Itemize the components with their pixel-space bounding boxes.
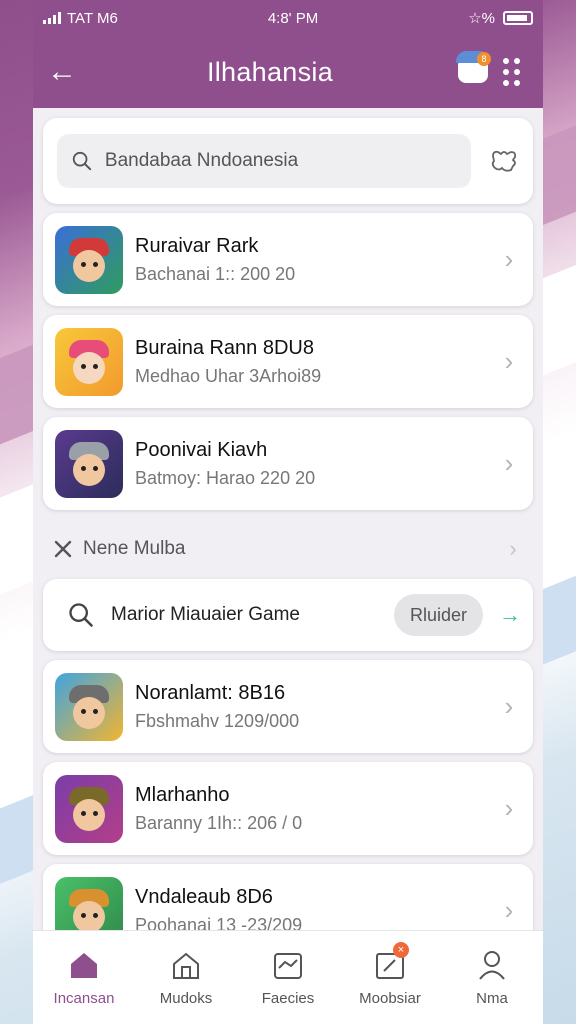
game-list-item[interactable]: Buraina Rann 8DU8 Medhao Uhar 3Arhoi89 › — [43, 315, 533, 408]
more-options-icon[interactable] — [493, 58, 529, 86]
section-label: Nene Mulba — [83, 538, 186, 559]
clock: 4:8' PM — [267, 9, 319, 27]
notification-badge: 8 — [477, 52, 491, 66]
game-list-item[interactable]: Ruraivar Rark Bachanai 1:: 200 20 › — [43, 213, 533, 306]
game-title: Ruraivar Rark — [135, 234, 259, 257]
game-info: Vndaleaub 8D6 Poohanai 13 -23/209 — [135, 886, 487, 936]
game-info: Noranlamt: 8B16 Fbshmahv 1209/000 — [135, 682, 487, 732]
nav-label: Faecies — [261, 990, 315, 1007]
search-input[interactable] — [104, 150, 457, 172]
nav-item-faecies[interactable]: Faecies — [238, 948, 338, 1007]
page-title: Ilhahansia — [206, 56, 334, 87]
game-finder-card: Marior Miauaier Game Rluider → — [43, 579, 533, 651]
chevron-right-icon: › — [504, 895, 514, 925]
search-icon — [72, 151, 92, 171]
game-list-item[interactable]: Poonivai Kiavh Batmoy: Harao 220 20 › — [43, 417, 533, 510]
nav-badge: × — [393, 942, 409, 958]
game-thumbnail — [55, 327, 123, 396]
chevron-right-icon: › — [504, 691, 514, 721]
status-right: ☆% — [468, 9, 533, 27]
chevron-right-icon: › — [504, 244, 514, 274]
battery-icon — [503, 11, 533, 25]
main-content: Ruraivar Rark Bachanai 1:: 200 20 › Bura… — [33, 108, 543, 957]
nav-item-profile[interactable]: Nma — [442, 948, 542, 1007]
game-thumbnail — [55, 672, 123, 741]
app-screen: TAT M6 4:8' PM ☆% ← Ilhahansia 8 Bandaba… — [33, 0, 543, 1024]
chevron-right-icon: › — [504, 346, 514, 376]
tools-icon — [54, 540, 72, 558]
game-title: Vndaleaub 8D6 — [135, 885, 273, 908]
nav-label: Nma — [476, 990, 508, 1007]
home-icon — [71, 953, 97, 978]
status-left: TAT M6 — [43, 10, 118, 27]
arrow-right-icon[interactable]: → — [499, 602, 521, 628]
nav-item-mudoks[interactable]: Mudoks — [136, 948, 236, 1007]
chevron-right-icon: › — [504, 793, 514, 823]
carrier-label: TAT M6 — [67, 9, 118, 27]
game-info: Ruraivar Rark Bachanai 1:: 200 20 — [135, 235, 487, 285]
back-arrow-icon[interactable]: ← — [47, 57, 87, 87]
game-subtitle: Baranny 1Ih:: 206 / 0 — [135, 812, 303, 833]
game-thumbnail — [55, 774, 123, 843]
nav-item-moobsiar[interactable]: × Moobsiar — [340, 942, 440, 1007]
game-subtitle: Medhao Uhar 3Arhoi89 — [135, 365, 322, 386]
search-card — [43, 118, 533, 204]
game-info: Buraina Rann 8DU8 Medhao Uhar 3Arhoi89 — [135, 337, 487, 387]
game-subtitle: Bachanai 1:: 200 20 — [135, 263, 296, 284]
chevron-right-icon: › — [509, 536, 517, 561]
finder-text: Marior Miauaier Game — [111, 604, 300, 625]
game-title: Noranlamt: 8B16 — [135, 681, 286, 704]
app-bar: ← Ilhahansia 8 — [33, 36, 543, 108]
section-header[interactable]: Nene Mulba › — [43, 519, 533, 579]
share-icon-wrap: × — [373, 942, 409, 982]
nav-label: Moobsiar — [359, 990, 421, 1007]
nav-item-home[interactable]: Incansan — [34, 948, 134, 1007]
game-title: Buraina Rann 8DU8 — [135, 336, 314, 359]
game-list-item[interactable]: Noranlamt: 8B16 Fbshmahv 1209/000 › — [43, 660, 533, 753]
game-thumbnail — [55, 225, 123, 294]
notification-button[interactable]: 8 — [453, 51, 493, 92]
game-info: Poonivai Kiavh Batmoy: Harao 220 20 — [135, 439, 487, 489]
profile-icon — [479, 951, 505, 980]
game-thumbnail — [55, 429, 123, 498]
search-bar[interactable] — [57, 134, 471, 188]
nav-label: Mudoks — [159, 990, 213, 1007]
filter-puzzle-icon[interactable] — [489, 148, 519, 174]
status-bar: TAT M6 4:8' PM ☆% — [33, 0, 543, 36]
signal-icon — [43, 12, 61, 24]
game-info: Mlarhanho Baranny 1Ih:: 206 / 0 — [135, 784, 487, 834]
chart-icon — [274, 953, 302, 979]
status-extra: ☆% — [468, 10, 495, 27]
finder-button[interactable]: Rluider — [393, 594, 483, 636]
game-title: Mlarhanho — [135, 783, 230, 806]
game-title: Poonivai Kiavh — [135, 438, 268, 461]
game-list-item[interactable]: Mlarhanho Baranny 1Ih:: 206 / 0 › — [43, 762, 533, 855]
house-outline-icon — [173, 952, 199, 979]
game-subtitle: Batmoy: Harao 220 20 — [135, 467, 316, 488]
game-subtitle: Fbshmahv 1209/000 — [135, 710, 300, 731]
search-icon — [69, 603, 93, 627]
chevron-right-icon: › — [504, 448, 514, 478]
bottom-navigation: Incansan Mudoks Faecies × Moobsiar Nma — [33, 930, 543, 1024]
nav-label: Incansan — [53, 990, 115, 1007]
